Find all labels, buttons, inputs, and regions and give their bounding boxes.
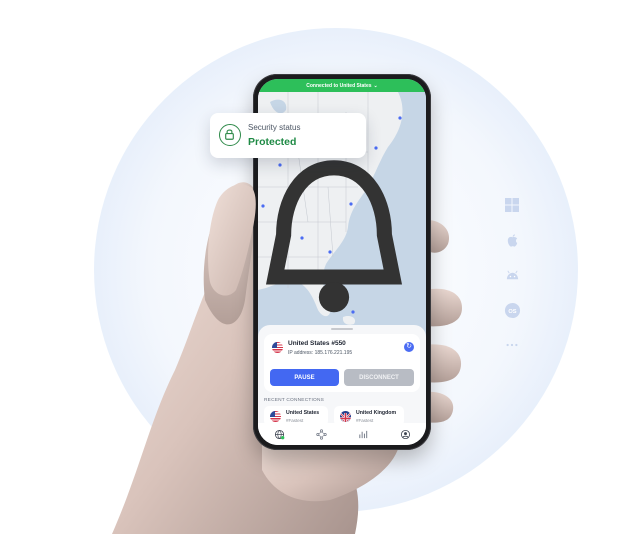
- android-icon[interactable]: [500, 264, 524, 286]
- linux-icon[interactable]: OS: [500, 299, 524, 321]
- connection-status-text: Connected to United States: [306, 82, 372, 89]
- pause-button[interactable]: PAUSE: [270, 369, 339, 386]
- recent-country: United Kingdom: [356, 410, 397, 416]
- refresh-icon[interactable]: ↻: [404, 342, 414, 352]
- meshnet-tab-icon[interactable]: [315, 428, 327, 440]
- recent-connections-title: RECENT CONNECTIONS: [264, 398, 325, 403]
- more-icon[interactable]: [500, 334, 524, 356]
- lock-icon: [219, 124, 241, 146]
- uk-flag-icon: [340, 411, 351, 422]
- server-name: United States #550: [288, 340, 346, 347]
- apple-icon[interactable]: [500, 229, 524, 251]
- stats-tab-icon[interactable]: [358, 429, 369, 440]
- globe-tab-icon[interactable]: [274, 429, 285, 440]
- ip-label: IP address:: [288, 350, 314, 356]
- windows-icon[interactable]: [500, 194, 524, 216]
- recent-country: United States: [286, 410, 320, 416]
- security-status-value: Protected: [248, 136, 297, 148]
- disconnect-button[interactable]: DISCONNECT: [344, 369, 414, 386]
- us-flag-icon: [272, 342, 283, 353]
- chevron-down-icon: ⌄: [373, 82, 378, 89]
- os-badge-text: OS: [508, 308, 516, 314]
- connection-panel: United States #550 IP address: 185.176.2…: [258, 325, 426, 445]
- current-server-card: United States #550 IP address: 185.176.2…: [264, 334, 420, 392]
- ip-address-line: IP address: 185.176.221.195: [288, 350, 352, 356]
- us-flag-icon: [270, 411, 281, 422]
- profile-tab-icon[interactable]: [400, 429, 411, 440]
- connection-status-bar[interactable]: Connected to United States ⌄: [258, 79, 426, 92]
- drag-handle[interactable]: [331, 328, 353, 330]
- ip-value: 185.176.221.195: [314, 350, 353, 356]
- bottom-tab-bar: [258, 423, 426, 445]
- security-status-card: Security status Protected: [210, 113, 366, 158]
- security-status-label: Security status: [248, 123, 301, 132]
